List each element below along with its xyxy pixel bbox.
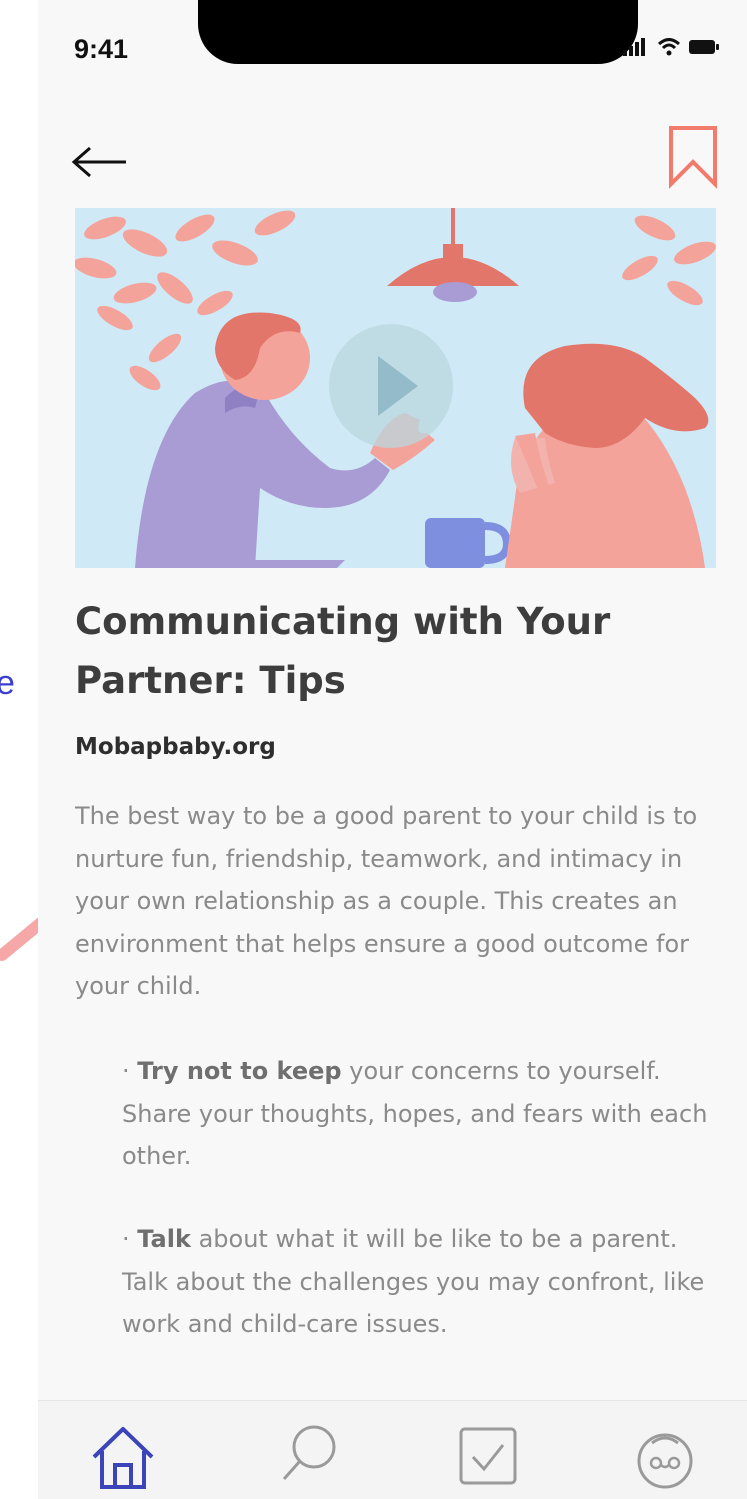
annotation-text-fragment: e: [0, 664, 15, 702]
tip-lead: Talk: [137, 1225, 191, 1253]
wifi-icon: [657, 38, 681, 56]
back-arrow-icon[interactable]: [70, 140, 130, 184]
checklist-icon[interactable]: [453, 1421, 523, 1491]
status-time: 9:41: [74, 34, 129, 64]
tip-lead: Try not to keep: [137, 1057, 342, 1085]
home-icon[interactable]: [88, 1421, 158, 1491]
couple-illustration: [75, 208, 716, 568]
bottom-navigation: [38, 1400, 747, 1499]
bookmark-icon[interactable]: [667, 124, 719, 190]
status-icons: [623, 38, 719, 56]
status-bar: 9:41: [38, 0, 747, 90]
tip-item: · Try not to keep your concerns to yours…: [122, 1057, 708, 1170]
cellular-signal-icon: [623, 38, 645, 56]
article-intro: The best way to be a good parent to your…: [75, 802, 698, 1000]
article-video-thumbnail[interactable]: [75, 208, 716, 568]
phone-screen: 9:41 Communicating with Your Partner: Ti…: [38, 0, 747, 1499]
battery-icon: [689, 40, 719, 54]
article-title: Communicating with Your Partner: Tips: [75, 600, 611, 702]
device-notch: [198, 0, 638, 64]
play-icon: [329, 324, 453, 448]
tip-text: about what it will be like to be a paren…: [122, 1225, 705, 1338]
article-source[interactable]: Mobapbaby.org: [75, 734, 276, 760]
baby-face-icon[interactable]: [630, 1421, 700, 1491]
search-icon[interactable]: [274, 1421, 344, 1491]
tip-item: · Talk about what it will be like to be …: [122, 1225, 705, 1338]
